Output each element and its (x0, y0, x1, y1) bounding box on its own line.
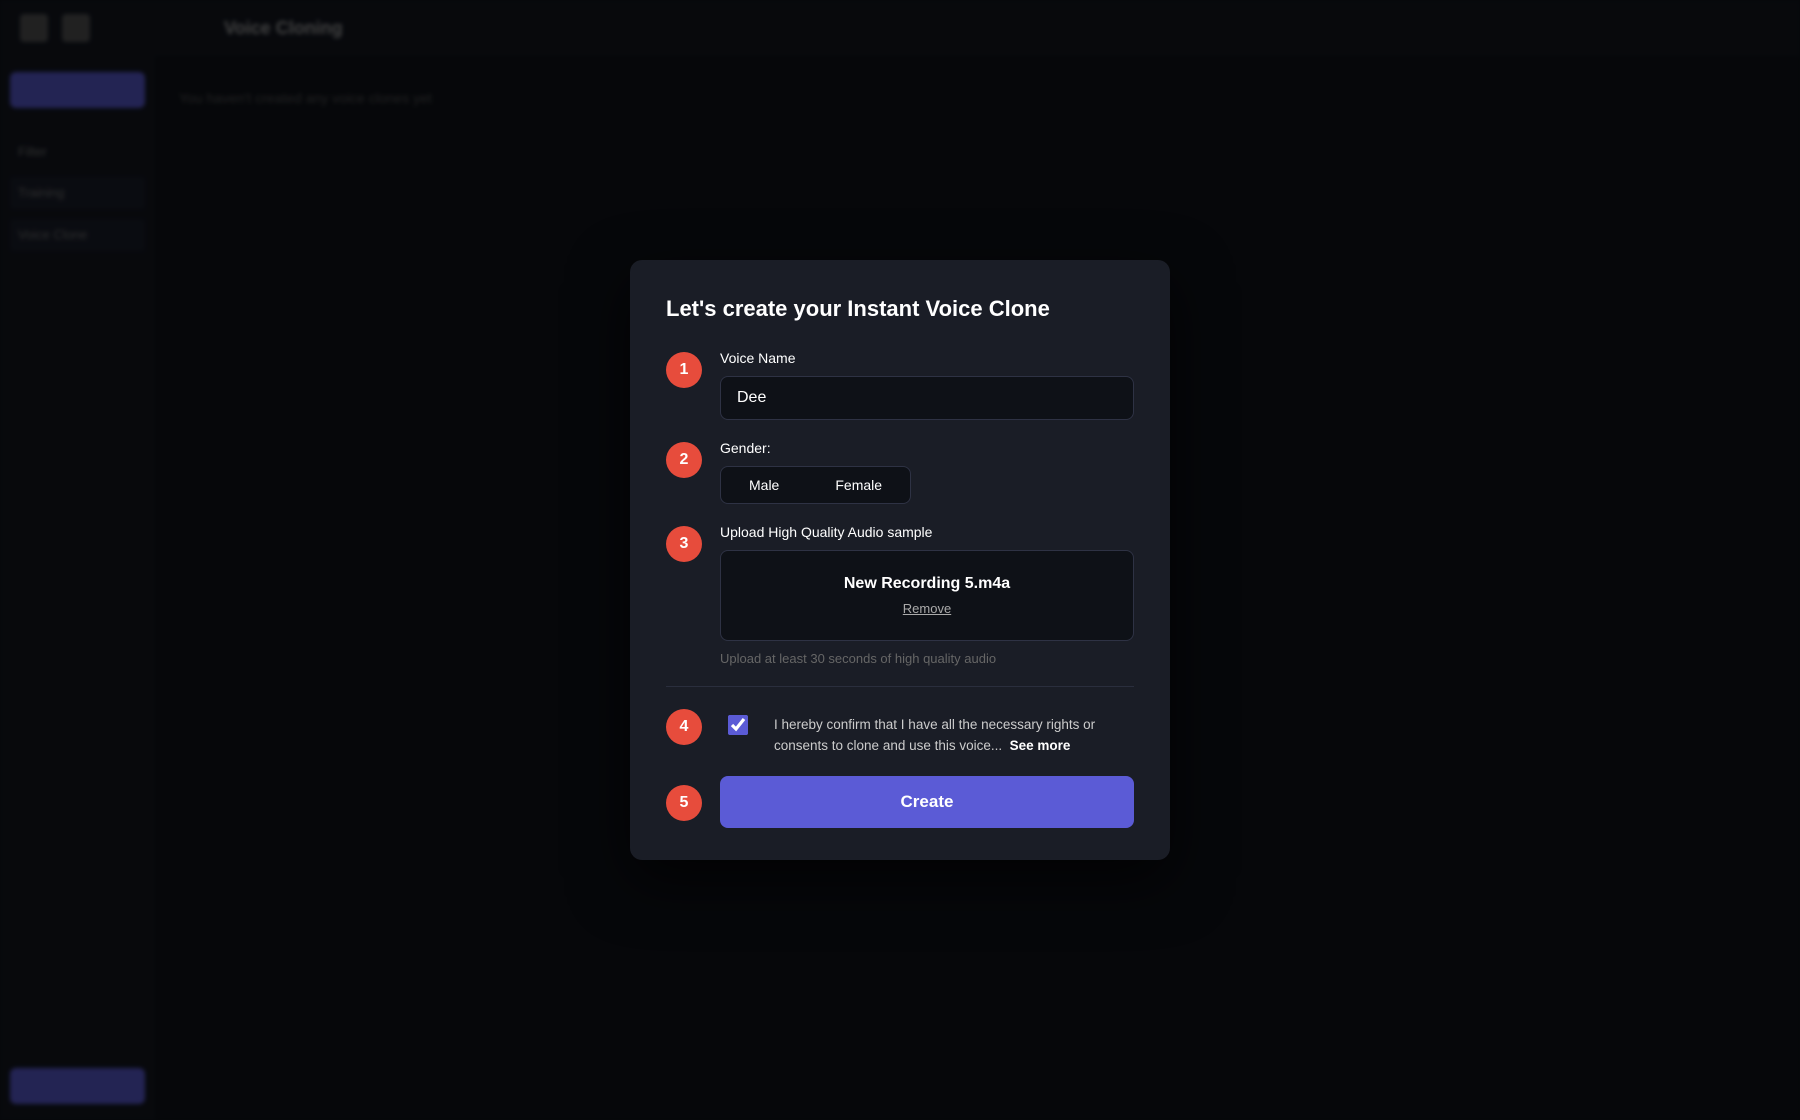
upload-label: Upload High Quality Audio sample (720, 524, 1134, 540)
step3-section: 3 Upload High Quality Audio sample New R… (666, 524, 1134, 666)
consent-checkbox-wrap (720, 707, 756, 743)
step4-badge: 4 (666, 709, 702, 745)
step1-section: 1 Voice Name (666, 350, 1134, 420)
modal-overlay: Let's create your Instant Voice Clone 1 … (0, 0, 1800, 1120)
voice-clone-modal: Let's create your Instant Voice Clone 1 … (630, 260, 1170, 860)
create-button[interactable]: Create (720, 776, 1134, 828)
step3-content: Upload High Quality Audio sample New Rec… (720, 524, 1134, 666)
audio-filename: New Recording 5.m4a (737, 575, 1117, 593)
consent-text: I hereby confirm that I have all the nec… (774, 707, 1134, 756)
gender-female-option[interactable]: Female (807, 467, 910, 503)
step2-section: 2 Gender: Male Female (666, 440, 1134, 504)
step2-content: Gender: Male Female (720, 440, 1134, 504)
voice-name-label: Voice Name (720, 350, 1134, 366)
remove-audio-link[interactable]: Remove (737, 601, 1117, 616)
step5-section: 5 Create (666, 776, 1134, 828)
audio-hint: Upload at least 30 seconds of high quali… (720, 651, 1134, 666)
gender-toggle: Male Female (720, 466, 911, 504)
consent-see-more[interactable]: See more (1010, 738, 1071, 753)
modal-title: Let's create your Instant Voice Clone (666, 296, 1134, 322)
step1-badge: 1 (666, 352, 702, 388)
consent-checkbox[interactable] (728, 715, 748, 735)
voice-name-input[interactable] (720, 376, 1134, 420)
step5-badge: 5 (666, 785, 702, 821)
step2-badge: 2 (666, 442, 702, 478)
divider (666, 686, 1134, 687)
audio-drop-zone[interactable]: New Recording 5.m4a Remove (720, 550, 1134, 641)
step3-badge: 3 (666, 526, 702, 562)
step4-section: 4 I hereby confirm that I have all the n… (666, 707, 1134, 756)
step1-content: Voice Name (720, 350, 1134, 420)
gender-label: Gender: (720, 440, 1134, 456)
gender-male-option[interactable]: Male (721, 467, 807, 503)
